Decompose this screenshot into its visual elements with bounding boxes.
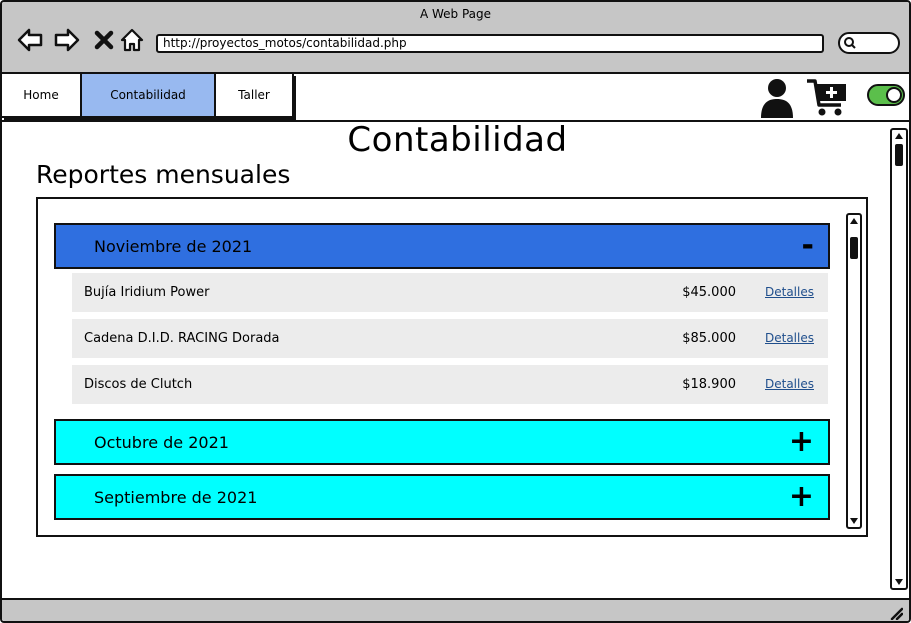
accordion-header-octubre[interactable]: Octubre de 2021 +: [54, 419, 830, 465]
expand-icon[interactable]: +: [789, 482, 814, 512]
search-icon: [844, 37, 856, 49]
scroll-up-icon[interactable]: [849, 217, 859, 225]
window-title: A Web Page: [419, 7, 492, 21]
url-input[interactable]: http://proyectos_motos/contabilidad.php: [156, 34, 824, 53]
tab-home[interactable]: Home: [2, 74, 82, 116]
details-link[interactable]: Detalles: [765, 285, 814, 299]
list-item: Bujía Iridium Power $45.000 Detalles: [72, 273, 828, 312]
expand-icon[interactable]: +: [789, 427, 814, 457]
search-field[interactable]: [838, 32, 900, 54]
toggle-knob: [886, 87, 902, 103]
user-icon[interactable]: [758, 77, 796, 119]
list-item: Discos de Clutch $18.900 Detalles: [72, 365, 828, 404]
tab-label: Home: [23, 88, 59, 102]
toggle-switch[interactable]: [867, 84, 905, 106]
close-x-icon[interactable]: [90, 26, 118, 54]
scroll-down-icon[interactable]: [894, 578, 904, 586]
accordion-title: Octubre de 2021: [94, 432, 229, 452]
top-navigation: Home Contabilidad Taller: [2, 74, 909, 122]
accordion-title: Noviembre de 2021: [94, 236, 253, 256]
page-title: Contabilidad: [347, 120, 568, 160]
scroll-up-icon[interactable]: [894, 132, 904, 140]
forward-arrow-icon[interactable]: [53, 26, 81, 54]
accordion-header-septiembre[interactable]: Septiembre de 2021 +: [54, 474, 830, 520]
scroll-down-icon[interactable]: [849, 517, 859, 525]
status-bar: [2, 598, 909, 621]
scroll-thumb[interactable]: [895, 144, 903, 166]
panel-scrollbar[interactable]: [846, 213, 862, 529]
item-name: Cadena D.I.D. RACING Dorada: [84, 331, 280, 346]
nav-tabs: Home Contabilidad Taller: [2, 74, 294, 118]
tab-taller[interactable]: Taller: [216, 74, 292, 116]
accordion-header-noviembre[interactable]: Noviembre de 2021 -: [54, 223, 830, 269]
home-icon[interactable]: [118, 26, 146, 54]
item-price: $18.900: [682, 377, 736, 392]
page-scrollbar[interactable]: [890, 128, 908, 590]
resize-grip-icon[interactable]: [889, 606, 903, 620]
cart-add-icon[interactable]: [805, 78, 851, 118]
details-link[interactable]: Detalles: [765, 377, 814, 391]
item-price: $45.000: [682, 285, 736, 300]
back-arrow-icon[interactable]: [16, 26, 44, 54]
list-item: Cadena D.I.D. RACING Dorada $85.000 Deta…: [72, 319, 828, 358]
tab-label: Taller: [238, 88, 270, 102]
scroll-thumb[interactable]: [850, 237, 858, 259]
accordion-title: Septiembre de 2021: [94, 487, 258, 507]
item-name: Discos de Clutch: [84, 377, 193, 392]
details-link[interactable]: Detalles: [765, 331, 814, 345]
tab-label: Contabilidad: [110, 88, 186, 102]
collapse-icon[interactable]: -: [802, 231, 814, 261]
item-price: $85.000: [682, 331, 736, 346]
section-title: Reportes mensuales: [36, 160, 291, 189]
browser-chrome: A Web Page http://proyectos_motos/contab…: [2, 2, 909, 74]
browser-window: A Web Page http://proyectos_motos/contab…: [0, 0, 911, 623]
reports-panel: Noviembre de 2021 - Bujía Iridium Power …: [36, 197, 868, 537]
item-name: Bujía Iridium Power: [84, 285, 210, 300]
tab-contabilidad[interactable]: Contabilidad: [82, 74, 216, 116]
